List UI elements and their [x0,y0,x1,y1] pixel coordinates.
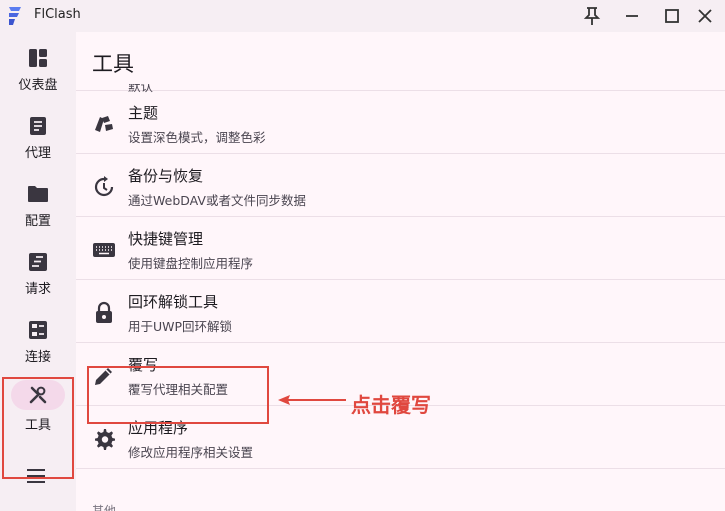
app-logo-icon [9,7,21,25]
gear-icon [95,429,115,450]
page-title: 工具 [92,52,134,76]
list-item-loopback[interactable]: 回环解锁工具 用于UWP回环解锁 [76,280,725,343]
close-button[interactable] [685,0,725,32]
main-content: 工具 默认 主题 设置深色模式，调整色彩 备份与恢复 通过WebDAV或者文件同… [76,32,725,511]
arrow-left-icon [278,395,346,405]
list-item-backup[interactable]: 备份与恢复 通过WebDAV或者文件同步数据 [76,154,725,217]
sidebar-item-label: 代理 [24,146,51,161]
list-item[interactable]: 默认 [76,84,725,94]
pin-icon [583,7,601,25]
annotation-box-override [87,366,269,424]
list-item-hotkeys[interactable]: 快捷键管理 使用键盘控制应用程序 [76,217,725,280]
pin-button[interactable] [572,0,612,32]
window-title: FlClash [34,7,81,22]
sidebar-item-label: 仪表盘 [18,78,58,93]
close-icon [698,9,712,23]
hamburger-menu-icon[interactable] [24,466,48,486]
maximize-icon [665,9,679,23]
title-bar: FlClash [0,0,725,32]
row-subtitle: 通过WebDAV或者文件同步数据 [128,193,306,208]
row-title: 备份与恢复 [128,167,204,185]
sidebar: 仪表盘 代理 配置 请求 连接 工具 [0,32,76,511]
sidebar-item-label: 请求 [24,282,51,297]
sidebar-item-proxy[interactable]: 代理 [0,100,76,168]
palette-icon [95,116,113,132]
sidebar-item-config[interactable]: 配置 [0,168,76,236]
row-title: 快捷键管理 [128,230,204,248]
section-header: 其他 [92,504,117,511]
connections-icon [29,321,47,339]
row-subtitle: 使用键盘控制应用程序 [128,256,254,271]
sidebar-item-label: 配置 [24,214,51,229]
folder-icon [28,186,48,202]
requests-icon [29,253,47,271]
row-subtitle: 修改应用程序相关设置 [128,445,254,460]
row-title: 主题 [128,104,159,122]
row-title: 回环解锁工具 [128,293,219,311]
keyboard-icon [93,243,115,257]
sidebar-item-requests[interactable]: 请求 [0,236,76,304]
annotation-box-tools [2,377,74,479]
minimize-icon [626,15,638,17]
sidebar-item-dashboard[interactable]: 仪表盘 [0,32,76,100]
list-item-theme[interactable]: 主题 设置深色模式，调整色彩 [76,91,725,154]
tools-list: 默认 主题 设置深色模式，调整色彩 备份与恢复 通过WebDAV或者文件同步数据 [76,84,725,511]
backup-restore-icon [94,176,114,197]
annotation-text: 点击覆写 [351,393,431,417]
minimize-button[interactable] [612,0,652,32]
lock-icon [96,301,112,323]
row-subtitle: 设置深色模式，调整色彩 [128,130,266,145]
sidebar-item-connections[interactable]: 连接 [0,304,76,372]
row-subtitle: 用于UWP回环解锁 [128,319,233,334]
sidebar-item-label: 连接 [24,350,51,365]
proxy-list-icon [30,117,46,135]
dashboard-icon [29,49,47,67]
